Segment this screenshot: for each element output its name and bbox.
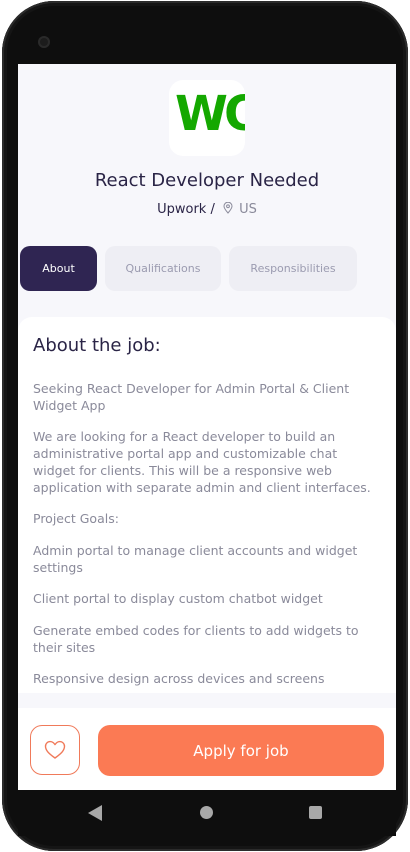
about-paragraph: Admin portal to manage client accounts a…: [33, 543, 358, 575]
bottom-action-bar: Apply for job: [18, 708, 396, 790]
tab-responsibilities-label: Responsibilities: [250, 262, 336, 275]
tab-about[interactable]: About: [20, 246, 97, 291]
about-paragraph: Generate embed codes for clients to add …: [33, 623, 359, 655]
back-icon[interactable]: [88, 805, 102, 821]
tab-responsibilities[interactable]: Responsibilities: [229, 246, 357, 291]
front-camera: [38, 36, 50, 48]
tab-qualifications-label: Qualifications: [125, 262, 201, 275]
job-title: React Developer Needed: [94, 170, 320, 191]
about-paragraph: Project Goals:: [33, 511, 119, 526]
job-location: US: [239, 202, 257, 217]
about-paragraph: We are looking for a React developer to …: [33, 429, 371, 495]
system-nav-bar: [18, 790, 396, 836]
favorite-button[interactable]: [30, 725, 80, 775]
apply-button[interactable]: Apply for job: [98, 725, 384, 776]
job-detail-screen: WO React Developer Needed Upwork / US Ab…: [18, 64, 396, 790]
tab-about-label: About: [42, 262, 75, 275]
about-card[interactable]: About the job: Seeking React Developer f…: [18, 317, 396, 693]
tab-qualifications[interactable]: Qualifications: [105, 246, 221, 291]
company-name: Upwork /: [157, 202, 215, 217]
about-paragraph: Client portal to display custom chatbot …: [33, 591, 323, 606]
about-paragraph: Responsive design across devices and scr…: [33, 671, 325, 686]
recents-icon[interactable]: [309, 806, 322, 819]
home-icon[interactable]: [200, 806, 213, 819]
company-logo-text: WO: [175, 86, 245, 142]
company-logo: WO: [169, 80, 245, 156]
heart-icon: [44, 740, 66, 759]
about-paragraph: Seeking React Developer for Admin Portal…: [33, 381, 350, 413]
phone-frame: WO React Developer Needed Upwork / US Ab…: [0, 0, 410, 852]
location-pin-icon: [223, 202, 233, 214]
job-meta: Upwork / US: [18, 202, 396, 217]
about-heading: About the job:: [33, 335, 161, 356]
apply-button-label: Apply for job: [193, 741, 289, 760]
